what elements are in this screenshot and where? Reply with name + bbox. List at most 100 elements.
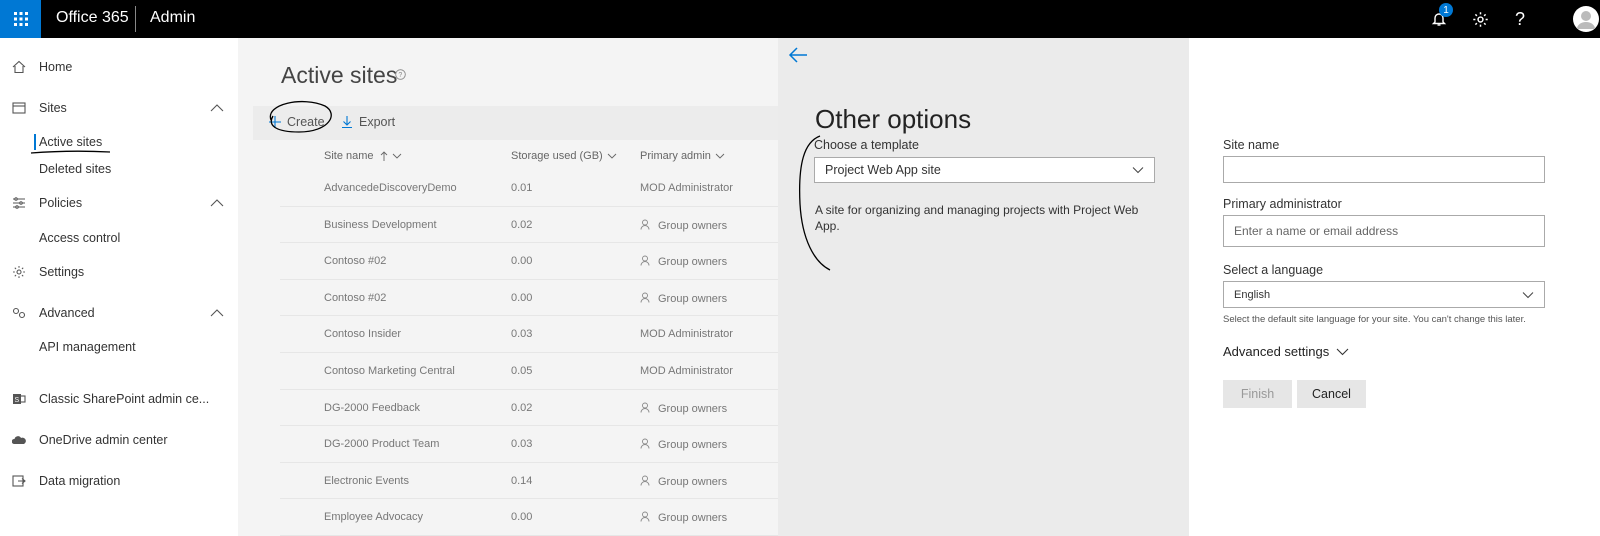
sort-ascending-icon (380, 151, 387, 161)
site-name-input[interactable] (1223, 156, 1545, 183)
svg-text:S: S (15, 397, 20, 404)
nav-item-active-sites[interactable]: Active sites (39, 135, 102, 149)
table-row[interactable]: Electronic Events 0.14 Group owners (280, 463, 778, 500)
active-indicator (34, 134, 36, 150)
nav-item-api-management[interactable]: API management (39, 340, 136, 354)
site-name-cell: Contoso Marketing Central (324, 365, 455, 377)
language-hint: Select the default site language for you… (1223, 314, 1526, 325)
settings-icon (11, 264, 27, 280)
settings-gear-icon[interactable] (1466, 5, 1494, 33)
advanced-settings-label: Advanced settings (1223, 344, 1330, 359)
storage-cell: 0.02 (511, 401, 533, 414)
handwritten-circle (269, 100, 332, 133)
admin-text: MOD Administrator (640, 182, 733, 194)
table-row[interactable]: Business Development 0.02 Group owners (280, 207, 778, 244)
chevron-down-icon (1132, 167, 1144, 174)
main-content: Active sites ? Create Export Site name S… (238, 38, 778, 536)
nav-label: Home (39, 60, 73, 74)
storage-cell: 0.01 (511, 182, 533, 194)
nav-item-classic-sharepoint[interactable]: S Classic SharePoint admin ce... (0, 384, 238, 414)
storage-cell: 0.05 (511, 365, 533, 377)
nav-item-sites[interactable]: Sites (0, 93, 238, 123)
storage-cell: 0.14 (511, 474, 533, 487)
template-dropdown[interactable]: Project Web App site (814, 157, 1155, 183)
template-description: A site for organizing and managing proje… (815, 203, 1139, 233)
storage-cell: 0.00 (511, 255, 533, 268)
primary-admin-input[interactable]: Enter a name or email address (1223, 215, 1545, 247)
person-icon (640, 219, 650, 233)
export-label: Export (359, 115, 396, 129)
table-row[interactable]: DG-2000 Feedback 0.02 Group owners (280, 390, 778, 427)
nav-item-data-migration[interactable]: Data migration (0, 466, 238, 496)
notification-badge: 1 (1439, 3, 1453, 17)
help-icon[interactable]: ? (1506, 5, 1534, 33)
language-dropdown[interactable]: English (1223, 281, 1545, 308)
site-name-cell: Contoso Insider (324, 328, 402, 341)
nav-item-access-control[interactable]: Access control (39, 231, 120, 245)
primary-admin-cell: MOD Administrator (640, 182, 733, 194)
command-bar: Create Export (253, 100, 778, 140)
primary-admin-cell: Group owners (640, 219, 727, 233)
primary-admin-label: Primary administrator (1223, 197, 1342, 211)
storage-cell: 0.00 (511, 291, 533, 304)
title-divider (135, 6, 136, 32)
app-launcher-icon[interactable] (0, 0, 41, 38)
admin-text: Group owners (658, 256, 728, 269)
nav-label: Data migration (39, 474, 121, 488)
admin-text: Group owners (658, 475, 728, 488)
column-label: Site name (324, 150, 374, 162)
back-arrow-icon[interactable] (788, 46, 808, 64)
column-header-site-name[interactable]: Site name (324, 150, 402, 162)
nav-item-advanced[interactable]: Advanced (0, 298, 238, 328)
nav-item-settings[interactable]: Settings (0, 257, 238, 287)
export-button[interactable]: Export (341, 115, 395, 129)
table-row[interactable]: AdvancedeDiscoveryDemo 0.01 MOD Administra… (280, 170, 778, 207)
primary-admin-cell: Group owners (640, 438, 727, 452)
chevron-down-icon (1336, 348, 1349, 355)
chevron-down-icon (392, 153, 401, 159)
chevron-down-icon (715, 153, 725, 159)
app-section[interactable]: Admin (150, 9, 195, 27)
app-name[interactable]: Office 365 (56, 9, 129, 27)
primary-admin-cell: Group owners (640, 402, 727, 416)
sharepoint-icon: S (11, 391, 27, 407)
svg-text:?: ? (398, 72, 402, 79)
column-label: Primary admin (640, 150, 711, 162)
page-title: Active sites (281, 62, 398, 88)
migration-icon (11, 473, 27, 489)
table-row[interactable]: Contoso #02 0.00 Group owners (280, 243, 778, 280)
column-header-storage[interactable]: Storage used (GB) (511, 150, 617, 162)
nav-label: Settings (39, 265, 85, 279)
chevron-down-icon (1522, 291, 1534, 298)
nav-item-deleted-sites[interactable]: Deleted sites (39, 162, 111, 176)
chevron-up-icon (210, 199, 224, 207)
primary-admin-cell: MOD Administrator (640, 328, 733, 340)
site-name-cell: Business Development (324, 218, 437, 231)
nav-item-policies[interactable]: Policies (0, 188, 238, 218)
table-row[interactable]: Contoso #02 0.00 Group owners (280, 280, 778, 317)
nav-item-home[interactable]: Home (0, 52, 238, 82)
user-avatar[interactable] (1572, 5, 1600, 33)
finish-button[interactable]: Finish (1223, 380, 1292, 408)
advanced-settings-toggle[interactable]: Advanced settings (1223, 344, 1349, 359)
column-label: Storage used (GB) (511, 150, 603, 162)
panel-site-settings: Site name Primary administrator Enter a … (1189, 38, 1600, 536)
notifications-bell-icon[interactable]: 1 (1425, 3, 1453, 33)
handwritten-bracket (798, 135, 831, 271)
storage-cell: 0.00 (511, 511, 533, 524)
table-row[interactable]: Contoso Marketing Central 0.05 MOD Adminis… (280, 353, 778, 390)
admin-text: Group owners (658, 292, 728, 305)
person-icon (640, 438, 650, 452)
primary-admin-cell: Group owners (640, 475, 727, 489)
primary-admin-cell: Group owners (640, 255, 727, 269)
nav-label: Advanced (39, 306, 95, 320)
nav-label: OneDrive admin center (39, 433, 168, 447)
column-header-primary-admin[interactable]: Primary admin (640, 150, 725, 162)
table-row[interactable]: Employee Advocacy 0.00 Group owners (280, 499, 778, 536)
table-row[interactable]: Contoso Insider 0.03 MOD Administrator (280, 316, 778, 353)
table-row[interactable]: DG-2000 Product Team 0.03 Group owners (280, 426, 778, 463)
admin-text: Group owners (658, 402, 728, 415)
info-icon[interactable]: ? (395, 69, 406, 80)
nav-item-onedrive[interactable]: OneDrive admin center (0, 425, 238, 455)
cancel-button[interactable]: Cancel (1297, 380, 1366, 408)
